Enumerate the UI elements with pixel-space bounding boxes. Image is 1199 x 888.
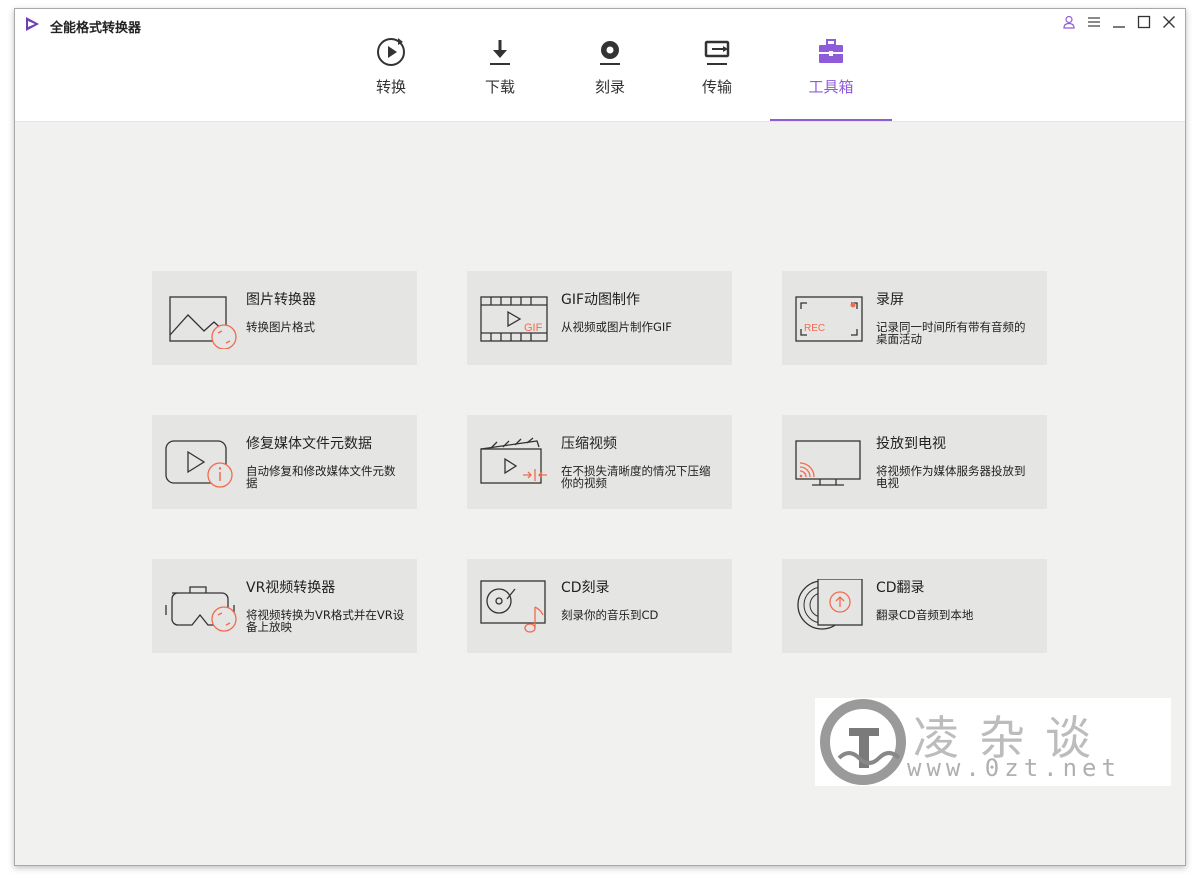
tool-desc: 翻录CD音频到本地 [876, 608, 974, 622]
screen-recorder-icon: REC [795, 296, 863, 342]
cd-burn-icon [480, 580, 546, 633]
convert-icon [376, 37, 406, 67]
tool-card-cd-ripper[interactable]: CD翻录 翻录CD音频到本地 [782, 559, 1047, 653]
app-window: 全能格式转换器 转换 下载 刻录 传输 工具箱 图片转换器 转换图片格式 GIF… [14, 8, 1186, 866]
tab-convert-label: 转换 [375, 78, 406, 96]
tool-card-gif-maker[interactable]: GIF GIF动图制作 从视频或图片制作GIF [467, 271, 732, 365]
tool-desc: 将视频作为媒体服务器投放到电视 [876, 464, 1026, 490]
tool-card-fix-metadata[interactable]: 修复媒体文件元数据 自动修复和修改媒体文件元数据 [152, 415, 417, 509]
cd-rip-icon [797, 579, 863, 630]
header: 全能格式转换器 转换 下载 刻录 传输 工具箱 [15, 9, 1185, 122]
tool-title: 图片转换器 [246, 292, 316, 308]
tool-card-cd-burner[interactable]: CD刻录 刻录你的音乐到CD [467, 559, 732, 653]
gif-maker-icon: GIF [480, 296, 548, 342]
tool-desc: 在不损失清晰度的情况下压缩你的视频 [561, 464, 711, 490]
download-icon [485, 37, 515, 67]
watermark-logo [820, 699, 906, 785]
tool-title: 录屏 [876, 292, 904, 308]
compress-icon [480, 437, 547, 484]
image-converter-icon [169, 296, 237, 349]
cast-tv-icon [795, 440, 861, 486]
tool-desc: 从视频或图片制作GIF [561, 320, 672, 334]
watermark-url: www.0zt.net [907, 754, 1121, 782]
burn-icon [595, 37, 625, 67]
tool-title: CD刻录 [561, 580, 610, 596]
tool-desc: 自动修复和修改媒体文件元数据 [246, 464, 396, 490]
main-tabs: 转换 下载 刻录 传输 工具箱 [15, 9, 1185, 121]
metadata-icon [165, 440, 233, 488]
tool-title: GIF动图制作 [561, 292, 641, 308]
tab-burn[interactable]: 刻录 [562, 37, 658, 121]
toolbox-icon [816, 37, 846, 67]
tool-card-screen-recorder[interactable]: REC 录屏 记录同一时间所有带有音频的桌面活动 [782, 271, 1047, 365]
tab-toolbox[interactable]: 工具箱 [783, 37, 879, 121]
tool-desc: 转换图片格式 [246, 320, 315, 334]
tab-toolbox-label: 工具箱 [808, 78, 854, 96]
tab-burn-label: 刻录 [594, 78, 625, 96]
vr-icon [165, 586, 237, 632]
tool-title: 修复媒体文件元数据 [246, 436, 372, 452]
tool-card-cast-to-tv[interactable]: 投放到电视 将视频作为媒体服务器投放到电视 [782, 415, 1047, 509]
tool-card-compress-video[interactable]: 压缩视频 在不损失清晰度的情况下压缩你的视频 [467, 415, 732, 509]
tool-title: VR视频转换器 [246, 580, 336, 596]
tab-convert[interactable]: 转换 [343, 37, 439, 121]
tool-title: CD翻录 [876, 580, 925, 596]
tab-transfer[interactable]: 传输 [669, 37, 765, 121]
watermark: 凌杂谈 www.0zt.net [815, 698, 1171, 786]
tool-desc: 记录同一时间所有带有音频的桌面活动 [876, 320, 1026, 346]
rec-badge: REC [804, 323, 825, 334]
active-tab-indicator [770, 119, 892, 121]
tab-download-label: 下载 [484, 78, 515, 96]
tool-desc: 将视频转换为VR格式并在VR设备上放映 [246, 608, 405, 634]
tab-download[interactable]: 下载 [452, 37, 548, 121]
tool-card-vr-converter[interactable]: VR视频转换器 将视频转换为VR格式并在VR设备上放映 [152, 559, 417, 653]
tool-card-image-converter[interactable]: 图片转换器 转换图片格式 [152, 271, 417, 365]
tool-desc: 刻录你的音乐到CD [561, 608, 659, 622]
tool-title: 投放到电视 [876, 436, 946, 452]
gif-badge: GIF [524, 322, 543, 334]
transfer-icon [702, 37, 732, 67]
tool-title: 压缩视频 [561, 436, 617, 452]
tab-transfer-label: 传输 [701, 78, 732, 96]
